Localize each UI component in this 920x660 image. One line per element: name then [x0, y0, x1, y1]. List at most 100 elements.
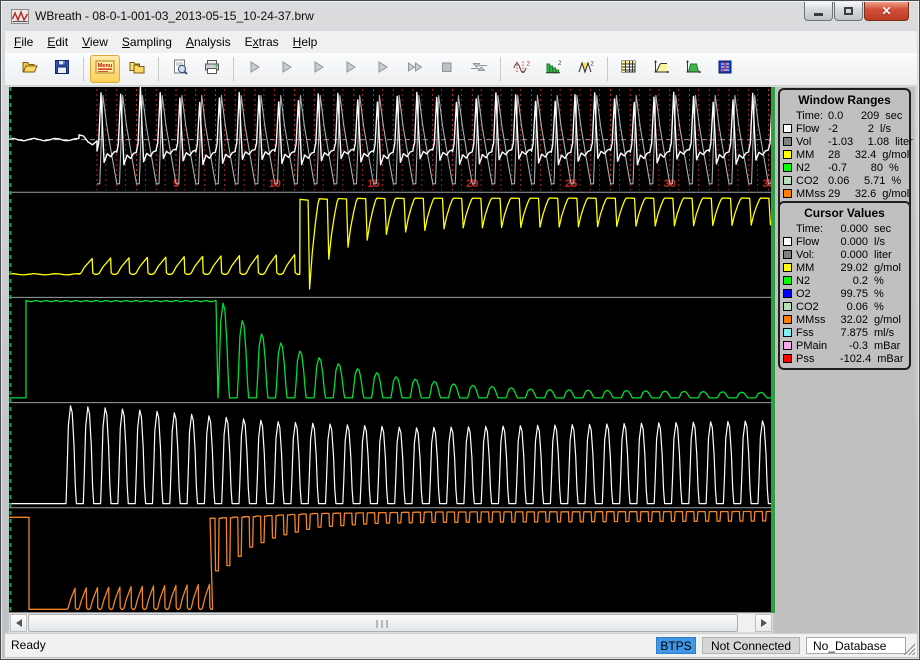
row-label: MMss: [796, 188, 828, 200]
table-icon: [620, 59, 638, 80]
channel-color-swatch: [783, 163, 792, 172]
menu-panel-toggle-button[interactable]: Menu: [90, 55, 120, 83]
cursor-values-panel: Cursor Values Time:0.000secFlow0.000l/sV…: [778, 201, 911, 370]
minimize-icon: [814, 13, 823, 16]
row-label: Vol:: [796, 249, 840, 261]
plot-yellow-icon: [652, 59, 670, 80]
scroll-right-button[interactable]: [755, 614, 772, 632]
scrollbar-thumb[interactable]: [28, 614, 738, 632]
menu-file[interactable]: File: [7, 32, 40, 52]
cursor-values-row-co2: CO20.06%: [780, 300, 909, 313]
row-unit: l/s: [876, 123, 906, 135]
channel-color-swatch: [783, 237, 792, 246]
close-button[interactable]: ✕: [864, 2, 909, 21]
row-label: MMss: [796, 314, 840, 326]
play-4-button[interactable]: [336, 55, 366, 83]
row-label: CO2: [796, 175, 828, 187]
folders-icon: [128, 59, 146, 80]
row-value: 0.06: [828, 175, 851, 187]
play-1-button[interactable]: [240, 55, 270, 83]
svg-text:2: 2: [591, 61, 595, 67]
row-unit: mBar: [873, 353, 909, 365]
maximize-button[interactable]: [834, 2, 863, 21]
window-ranges-title: Window Ranges: [780, 93, 909, 107]
minimize-button[interactable]: [804, 2, 833, 21]
cursor-values-row-pmain: PMain-0.3mBar: [780, 339, 909, 352]
row-label: N2: [796, 162, 828, 174]
channel-color-swatch: [783, 263, 792, 272]
toolbar-separator: [500, 57, 501, 81]
menu-sampling[interactable]: Sampling: [115, 32, 179, 52]
scroll-left-button[interactable]: [10, 614, 27, 632]
status-message: Ready: [11, 638, 46, 652]
channel-color-swatch: [783, 302, 792, 311]
close-icon: ✕: [881, 5, 891, 17]
row-unit: sec: [870, 223, 906, 235]
fast-forward-button[interactable]: [400, 55, 430, 83]
copy-pages-button[interactable]: [122, 55, 152, 83]
row-unit: %: [870, 301, 906, 313]
channel-color-swatch: [783, 189, 792, 198]
channel-color-swatch: [783, 124, 792, 133]
row-unit: liter: [891, 136, 920, 148]
print-icon: [203, 59, 221, 80]
row-unit: %: [887, 175, 917, 187]
print-preview-button[interactable]: [165, 55, 195, 83]
open-button[interactable]: [15, 55, 45, 83]
cursor-values-title: Cursor Values: [780, 206, 909, 220]
horizontal-scrollbar[interactable]: [9, 613, 773, 633]
results-table-button[interactable]: [614, 55, 644, 83]
row-value: 32.4: [842, 149, 878, 161]
row-unit: liter: [870, 249, 906, 261]
titlebar[interactable]: WBreath - 08-0-1-001-03_2013-05-15_10-24…: [2, 2, 918, 31]
row-label: Time:: [796, 223, 840, 235]
menu-help[interactable]: Help: [286, 32, 325, 52]
menu-view[interactable]: View: [75, 32, 115, 52]
row-value: -2: [828, 123, 840, 135]
channel-color-swatch: [783, 341, 792, 350]
print-button[interactable]: [197, 55, 227, 83]
curve-plot-button[interactable]: [646, 55, 676, 83]
play-icon: [342, 59, 360, 80]
cursor-values-row-pss: Pss-102.4mBar: [780, 352, 909, 365]
toolbar-separator: [158, 57, 159, 81]
row-value: 2: [840, 123, 876, 135]
histogram-analysis-button[interactable]: 2: [539, 55, 569, 83]
channel-color-swatch: [783, 315, 792, 324]
protocol-button[interactable]: [710, 55, 740, 83]
row-value: 29: [828, 188, 842, 200]
menu-analysis[interactable]: Analysis: [179, 32, 238, 52]
menu-extras[interactable]: Extras: [238, 32, 286, 52]
wbreath-window: WBreath - 08-0-1-001-03_2013-05-15_10-24…: [0, 0, 920, 660]
step-button[interactable]: [464, 55, 494, 83]
cursor-values-row-mm: MM29.02g/mol: [780, 261, 909, 274]
scroll-right-icon: [761, 619, 767, 627]
peaks-analysis-button[interactable]: 2: [571, 55, 601, 83]
save-button[interactable]: [47, 55, 77, 83]
play-3-button[interactable]: [304, 55, 334, 83]
waveform-area[interactable]: 5101520253035: [9, 87, 771, 613]
channel-color-swatch: [783, 250, 792, 259]
breath-detection-button[interactable]: 2: [507, 55, 537, 83]
save-icon: [53, 59, 71, 80]
sort-icon: [716, 59, 734, 80]
area-plot-button[interactable]: [678, 55, 708, 83]
menu-toggle-icon: Menu: [95, 59, 115, 80]
channel-color-swatch: [783, 276, 792, 285]
row-unit: g/mol: [870, 262, 906, 274]
stop-button[interactable]: [432, 55, 462, 83]
row-unit: sec: [881, 110, 911, 122]
row-unit: g/mol: [870, 314, 906, 326]
play-5-button[interactable]: [368, 55, 398, 83]
resize-grip[interactable]: [902, 642, 915, 655]
play-2-button[interactable]: [272, 55, 302, 83]
play-icon: [310, 59, 328, 80]
scroll-left-icon: [16, 619, 22, 627]
row-value: 80: [849, 162, 885, 174]
row-unit: ml/s: [870, 327, 906, 339]
side-panel: Window Ranges Time:0.0209secFlow-22l/sVo…: [775, 87, 915, 633]
stop-icon: [438, 59, 456, 80]
row-value: 7.875: [840, 327, 870, 339]
menu-edit[interactable]: Edit: [40, 32, 75, 52]
row-unit: %: [885, 162, 915, 174]
